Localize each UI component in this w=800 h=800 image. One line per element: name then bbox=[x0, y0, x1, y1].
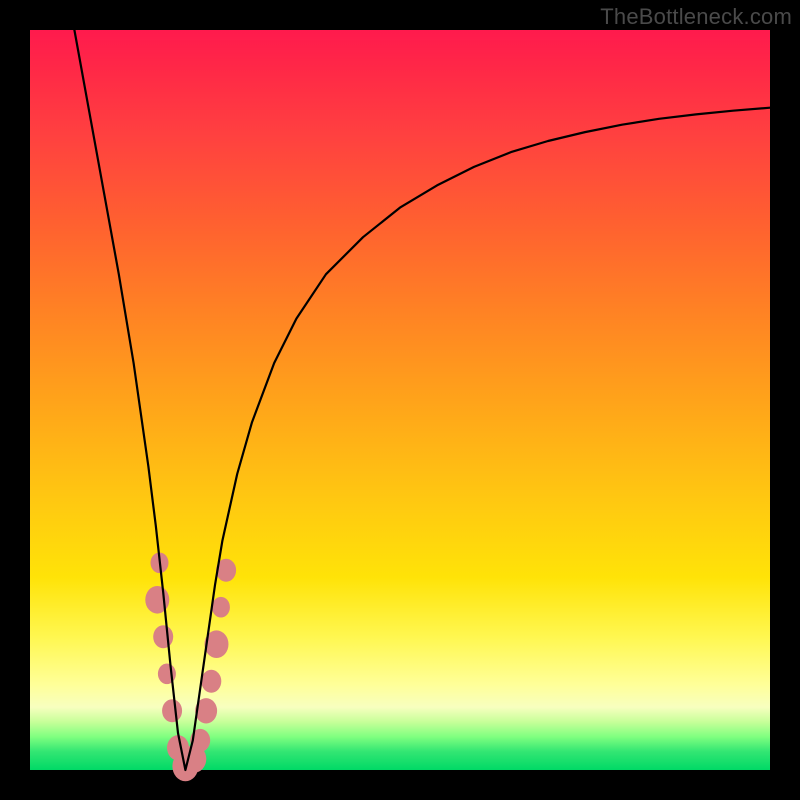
watermark-text: TheBottleneck.com bbox=[600, 4, 792, 30]
chart-frame: TheBottleneck.com bbox=[0, 0, 800, 800]
data-marker bbox=[212, 597, 230, 618]
chart-svg bbox=[30, 30, 770, 770]
plot-area bbox=[30, 30, 770, 770]
data-marker bbox=[153, 625, 173, 648]
data-marker bbox=[201, 670, 221, 693]
curve-path bbox=[74, 30, 770, 770]
data-marker bbox=[162, 699, 182, 722]
